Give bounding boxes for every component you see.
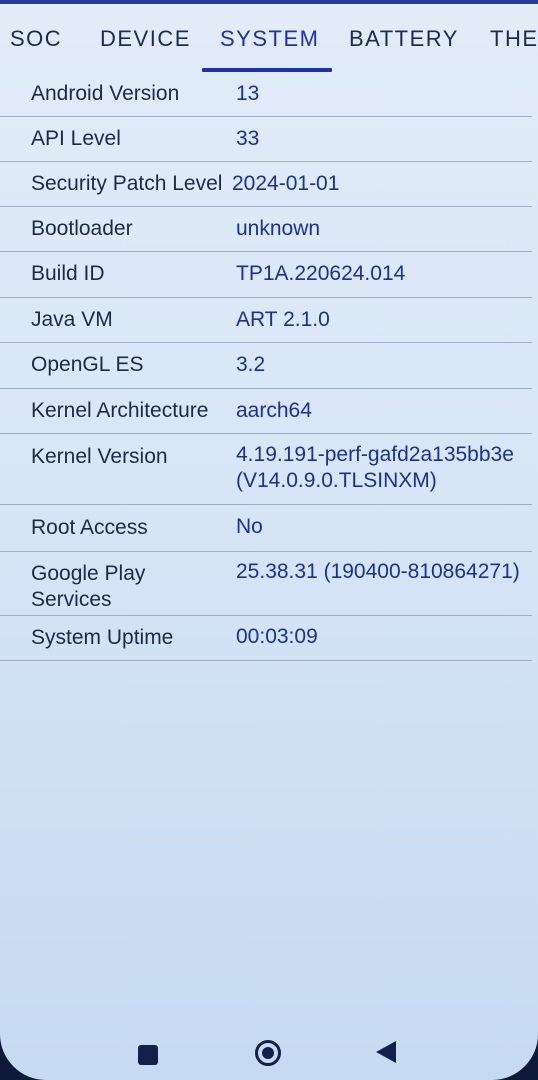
row-label: API Level <box>31 127 121 150</box>
row-label: Root Access <box>31 516 148 539</box>
triangle-back-icon[interactable] <box>376 1041 396 1063</box>
row-value: aarch64 <box>236 399 312 422</box>
list-item-bootloader: Bootloader unknown <box>0 207 532 252</box>
row-value: 25.38.31 (190400-810864271) <box>236 560 520 583</box>
row-value: 2024-01-01 <box>232 172 340 195</box>
list-item-api-level: API Level 33 <box>0 117 532 162</box>
row-label: OpenGL ES <box>31 353 144 376</box>
row-value: ART 2.1.0 <box>236 308 330 331</box>
row-label: Kernel Version <box>31 445 168 468</box>
row-value: 3.2 <box>236 353 266 376</box>
list-item-build-id: Build ID TP1A.220624.014 <box>0 252 532 298</box>
row-value: 33 <box>236 127 260 150</box>
row-label: System Uptime <box>31 626 174 649</box>
list-item-system-uptime: System Uptime 00:03:09 <box>0 616 532 661</box>
row-label: Bootloader <box>31 217 133 240</box>
row-value: 4.19.191-perf-gafd2a135bb3e (V14.0.9.0.T… <box>236 443 514 492</box>
list-item-opengl-es: OpenGL ES 3.2 <box>0 343 532 389</box>
row-value: TP1A.220624.014 <box>236 262 406 285</box>
row-label: Security Patch Level <box>31 172 223 195</box>
list-item-root-access: Root Access No <box>0 505 532 552</box>
tab-soc[interactable]: SOC <box>10 26 62 52</box>
row-value: 13 <box>236 82 260 105</box>
row-label: Build ID <box>31 262 105 285</box>
row-value: unknown <box>236 217 321 240</box>
row-label: Google Play Services <box>31 562 146 611</box>
list-item-java-vm: Java VM ART 2.1.0 <box>0 298 532 343</box>
square-icon[interactable] <box>138 1045 158 1065</box>
circle-home-icon[interactable] <box>255 1040 281 1066</box>
list-item-kernel-version: Kernel Version 4.19.191-perf-gafd2a135bb… <box>0 434 532 505</box>
row-value: 00:03:09 <box>236 625 318 648</box>
list-item-security-patch-level: Security Patch Level 2024-01-01 <box>0 162 532 207</box>
tab-device[interactable]: DEVICE <box>100 26 191 52</box>
tab-system[interactable]: SYSTEM <box>220 26 319 52</box>
app-screen: SOC DEVICE SYSTEM BATTERY THE Android Ve… <box>0 0 538 1080</box>
list-item-kernel-architecture: Kernel Architecture aarch64 <box>0 389 532 434</box>
system-info-list: Android Version 13 API Level 33 Security… <box>0 72 538 661</box>
list-item-android-version: Android Version 13 <box>0 72 532 117</box>
tab-battery[interactable]: BATTERY <box>349 26 459 52</box>
row-label: Kernel Architecture <box>31 399 209 422</box>
row-value: No <box>236 515 263 538</box>
list-item-google-play-services: Google Play Services 25.38.31 (190400-81… <box>0 552 532 616</box>
tab-bar: SOC DEVICE SYSTEM BATTERY THE <box>0 0 538 72</box>
row-label: Android Version <box>31 82 180 105</box>
row-label: Java VM <box>31 308 113 331</box>
system-navigation-bar <box>0 1020 538 1080</box>
tab-thermal[interactable]: THE <box>490 26 538 52</box>
